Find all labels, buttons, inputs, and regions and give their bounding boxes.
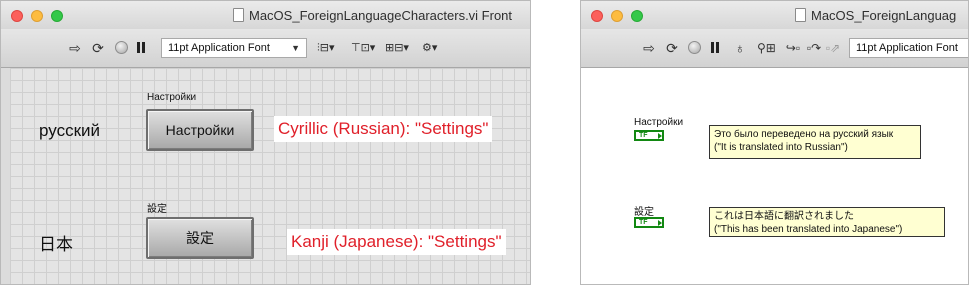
- step-out-icon[interactable]: ▫⇗: [825, 40, 841, 56]
- step-over-icon[interactable]: ▫↷: [805, 40, 823, 56]
- boolean-terminal-russian[interactable]: TF: [634, 130, 664, 141]
- terminal-label-russian: Настройки: [634, 117, 684, 128]
- terminal-type-text: TF: [639, 219, 648, 226]
- align-objects-icon[interactable]: ⫶⊟▾: [317, 41, 335, 55]
- minimize-window-button[interactable]: [31, 10, 43, 22]
- close-window-button[interactable]: [11, 10, 23, 22]
- abort-icon[interactable]: [688, 41, 701, 54]
- caption-japanese: 日本: [39, 235, 73, 254]
- boolean-terminal-japanese[interactable]: TF: [634, 217, 664, 228]
- pause-icon[interactable]: [136, 42, 146, 53]
- button-label-russian: Настройки: [147, 92, 197, 103]
- comment-line-2: ("This has been translated into Japanese…: [714, 224, 903, 235]
- chevron-down-icon: ▼: [291, 43, 300, 53]
- front-panel-toolbar: ⇨ ⟳ 11pt Application Font ▼ ⫶⊟▾ ⊤⊡▾ ⊞⊟▾ …: [1, 29, 530, 68]
- block-diagram-window: MacOS_ForeignLanguag ⇨ ⟳ ♁ ⚲⊞ ↪▫ ▫↷ ▫⇗ 1…: [580, 0, 969, 285]
- reorder-icon[interactable]: ⚙▾: [422, 41, 437, 54]
- run-arrow-icon[interactable]: ⇨: [67, 40, 83, 56]
- block-diagram-toolbar: ⇨ ⟳ ♁ ⚲⊞ ↪▫ ▫↷ ▫⇗ 11pt Application Font: [581, 29, 968, 68]
- block-diagram-canvas[interactable]: [581, 68, 968, 284]
- document-icon: [795, 8, 806, 22]
- font-dropdown-value: 11pt Application Font: [856, 42, 958, 54]
- distribute-objects-icon[interactable]: ⊤⊡▾: [351, 41, 375, 54]
- button-label-japanese: 設定: [147, 204, 167, 215]
- front-panel-titlebar: MacOS_ForeignLanguageCharacters.vi Front: [1, 1, 530, 29]
- window-title-text: MacOS_ForeignLanguag: [811, 8, 957, 23]
- abort-icon[interactable]: [115, 41, 128, 54]
- settings-button-russian[interactable]: Настройки: [146, 109, 254, 151]
- comment-line-2: ("It is translated into Russian"): [714, 142, 848, 153]
- run-continuously-icon[interactable]: ⟳: [663, 40, 681, 56]
- window-title: MacOS_ForeignLanguag: [795, 8, 956, 23]
- zoom-window-button[interactable]: [631, 10, 643, 22]
- close-window-button[interactable]: [591, 10, 603, 22]
- font-dropdown[interactable]: 11pt Application Font ▼: [161, 38, 307, 58]
- comment-russian[interactable]: Это было переведено на русский язык ("It…: [709, 125, 921, 159]
- step-into-icon[interactable]: ↪▫: [784, 40, 802, 56]
- font-dropdown-value: 11pt Application Font: [168, 42, 270, 54]
- caption-russian: русский: [39, 121, 101, 140]
- window-title: MacOS_ForeignLanguageCharacters.vi Front: [233, 8, 512, 23]
- retain-wire-values-icon[interactable]: ⚲⊞: [757, 40, 776, 56]
- front-panel-window: MacOS_ForeignLanguageCharacters.vi Front…: [0, 0, 531, 285]
- terminal-type-text: TF: [639, 132, 648, 139]
- window-title-text: MacOS_ForeignLanguageCharacters.vi Front: [249, 8, 513, 23]
- run-arrow-icon[interactable]: ⇨: [641, 40, 657, 56]
- terminal-label-japanese: 設定: [634, 207, 654, 218]
- annotation-japanese: Kanji (Japanese): "Settings": [287, 229, 506, 255]
- document-icon: [233, 8, 244, 22]
- highlight-execution-icon[interactable]: ♁: [733, 40, 747, 56]
- zoom-window-button[interactable]: [51, 10, 63, 22]
- font-dropdown[interactable]: 11pt Application Font: [849, 38, 968, 58]
- resize-objects-icon[interactable]: ⊞⊟▾: [385, 41, 409, 54]
- pause-icon[interactable]: [710, 42, 720, 53]
- minimize-window-button[interactable]: [611, 10, 623, 22]
- settings-button-japanese[interactable]: 設定: [146, 217, 254, 259]
- comment-line-1: これは日本語に翻訳されました: [714, 211, 854, 222]
- comment-line-1: Это было переведено на русский язык: [714, 129, 894, 140]
- comment-japanese[interactable]: これは日本語に翻訳されました ("This has been translate…: [709, 207, 945, 237]
- run-continuously-icon[interactable]: ⟳: [89, 40, 107, 56]
- block-diagram-titlebar: MacOS_ForeignLanguag: [581, 1, 968, 29]
- annotation-russian: Cyrillic (Russian): "Settings": [274, 116, 493, 142]
